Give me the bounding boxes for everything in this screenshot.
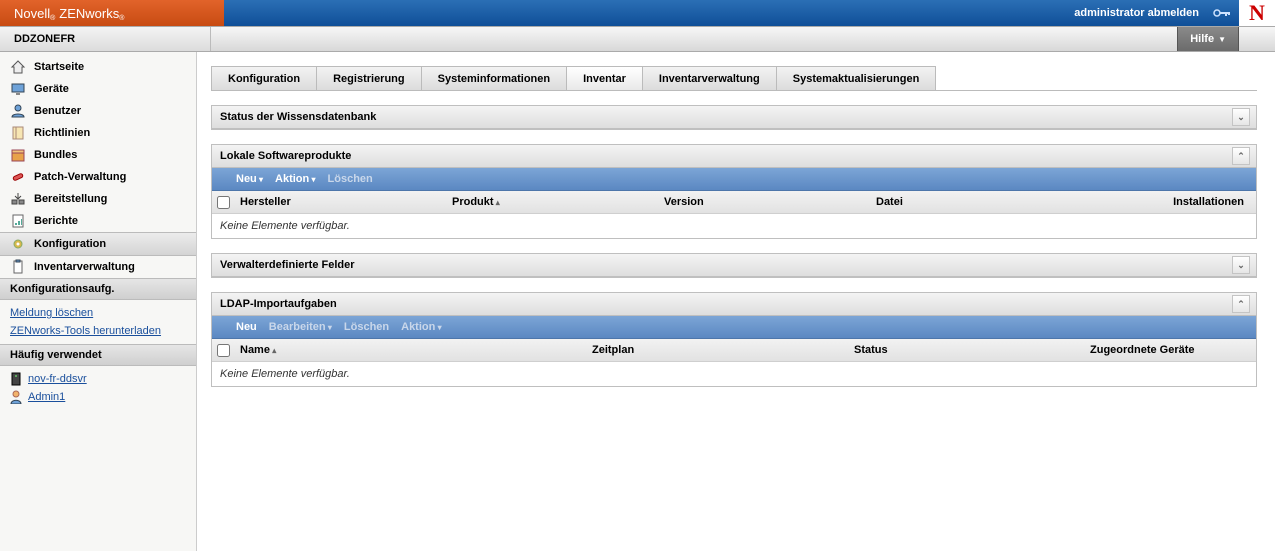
brand-zenworks: ZENworks® [59, 6, 124, 21]
user-small-icon [10, 390, 22, 404]
sidebar-item-patch[interactable]: Patch-Verwaltung [0, 166, 196, 188]
panel-kb-status: Status der Wissensdatenbank ⌄ [211, 105, 1257, 130]
new-button[interactable]: Neu [236, 173, 263, 185]
sidebar-tasks: Meldung löschen ZENworks-Tools herunterl… [0, 300, 196, 344]
toolbar-ldap: Neu Bearbeiten Löschen Aktion [212, 316, 1256, 339]
novell-n-logo: N [1239, 0, 1275, 26]
edit-button[interactable]: Bearbeiten [269, 321, 332, 333]
tab-systeminformationen[interactable]: Systeminformationen [421, 66, 566, 90]
tab-systemaktualisierungen[interactable]: Systemaktualisierungen [776, 66, 937, 90]
panel-title: LDAP-Importaufgaben [220, 298, 337, 310]
sidebar-recent-list: nov-fr-ddsvr Admin1 [0, 366, 196, 410]
select-all-checkbox[interactable] [217, 344, 230, 357]
sidebar: Startseite Geräte Benutzer Richtlinien B… [0, 52, 197, 551]
col-name[interactable]: Name [234, 344, 586, 356]
top-bar: Novell® ZENworks® administrator abmelden… [0, 0, 1275, 26]
empty-message: Keine Elemente verfügbar. [212, 362, 1256, 386]
panel-admin-fields: Verwalterdefinierte Felder ⌄ [211, 253, 1257, 278]
recent-item[interactable]: nov-fr-ddsvr [10, 370, 186, 388]
col-hersteller[interactable]: Hersteller [234, 196, 446, 208]
help-button[interactable]: Hilfe▼ [1177, 27, 1239, 51]
collapse-icon[interactable]: ⌃ [1232, 295, 1250, 313]
sidebar-recent-header: Häufig verwendet [0, 344, 196, 366]
table-header: Hersteller Produkt Version Datei Install… [212, 191, 1256, 214]
expand-icon[interactable]: ⌄ [1232, 256, 1250, 274]
breadcrumb: DDZONEFR [0, 27, 211, 51]
panel-title: Status der Wissensdatenbank [220, 111, 376, 123]
col-version[interactable]: Version [658, 196, 870, 208]
brand-novell: Novell® [14, 6, 55, 21]
delete-button[interactable]: Löschen [344, 321, 389, 333]
header-blue: administrator abmelden [224, 0, 1239, 26]
task-link-clear-message[interactable]: Meldung löschen [10, 304, 186, 322]
logout-link[interactable]: administrator abmelden [1074, 7, 1199, 19]
toolbar-local: Neu Aktion Löschen [212, 168, 1256, 191]
panel-ldap-import: LDAP-Importaufgaben ⌃ Neu Bearbeiten Lös… [211, 292, 1257, 387]
key-icon[interactable] [1213, 7, 1231, 19]
col-status[interactable]: Status [848, 344, 1084, 356]
report-icon [10, 213, 26, 229]
sub-bar: DDZONEFR Hilfe▼ [0, 26, 1275, 52]
panel-local-software: Lokale Softwareprodukte ⌃ Neu Aktion Lös… [211, 144, 1257, 239]
col-zeitplan[interactable]: Zeitplan [586, 344, 848, 356]
table-header: Name Zeitplan Status Zugeordnete Geräte [212, 339, 1256, 362]
action-button[interactable]: Aktion [401, 321, 441, 333]
col-datei[interactable]: Datei [870, 196, 1128, 208]
col-devices[interactable]: Zugeordnete Geräte [1084, 344, 1256, 356]
sidebar-item-policies[interactable]: Richtlinien [0, 122, 196, 144]
task-link-download-tools[interactable]: ZENworks-Tools herunterladen [10, 322, 186, 340]
gear-icon [10, 236, 26, 252]
tab-inventarverwaltung[interactable]: Inventarverwaltung [642, 66, 776, 90]
main-content: Konfiguration Registrierung Systeminform… [197, 52, 1275, 551]
sidebar-item-deploy[interactable]: Bereitstellung [0, 188, 196, 210]
user-icon [10, 103, 26, 119]
empty-message: Keine Elemente verfügbar. [212, 214, 1256, 238]
collapse-icon[interactable]: ⌃ [1232, 147, 1250, 165]
panel-title: Verwalterdefinierte Felder [220, 259, 355, 271]
tab-konfiguration[interactable]: Konfiguration [211, 66, 316, 90]
deploy-icon [10, 191, 26, 207]
sidebar-item-reports[interactable]: Berichte [0, 210, 196, 232]
col-produkt[interactable]: Produkt [446, 196, 658, 208]
sidebar-item-devices[interactable]: Geräte [0, 78, 196, 100]
nav-list: Startseite Geräte Benutzer Richtlinien B… [0, 56, 196, 278]
tab-bar: Konfiguration Registrierung Systeminform… [211, 66, 1257, 91]
sidebar-item-config[interactable]: Konfiguration [0, 232, 196, 256]
new-button[interactable]: Neu [236, 321, 257, 333]
book-icon [10, 125, 26, 141]
sidebar-tasks-header: Konfigurationsaufg. [0, 278, 196, 300]
brand-area: Novell® ZENworks® [0, 0, 224, 26]
panel-title: Lokale Softwareprodukte [220, 150, 351, 162]
expand-icon[interactable]: ⌄ [1232, 108, 1250, 126]
tab-inventar[interactable]: Inventar [566, 66, 642, 90]
patch-icon [10, 169, 26, 185]
monitor-icon [10, 81, 26, 97]
tab-registrierung[interactable]: Registrierung [316, 66, 421, 90]
server-icon [10, 372, 22, 386]
clipboard-icon [10, 259, 26, 275]
delete-button[interactable]: Löschen [328, 173, 373, 185]
sidebar-item-users[interactable]: Benutzer [0, 100, 196, 122]
col-installationen[interactable]: Installationen [1128, 196, 1256, 208]
select-all-checkbox[interactable] [217, 196, 230, 209]
sidebar-item-asset[interactable]: Inventarverwaltung [0, 256, 196, 278]
sidebar-item-home[interactable]: Startseite [0, 56, 196, 78]
sidebar-item-bundles[interactable]: Bundles [0, 144, 196, 166]
package-icon [10, 147, 26, 163]
home-icon [10, 59, 26, 75]
recent-item[interactable]: Admin1 [10, 388, 186, 406]
action-button[interactable]: Aktion [275, 173, 315, 185]
